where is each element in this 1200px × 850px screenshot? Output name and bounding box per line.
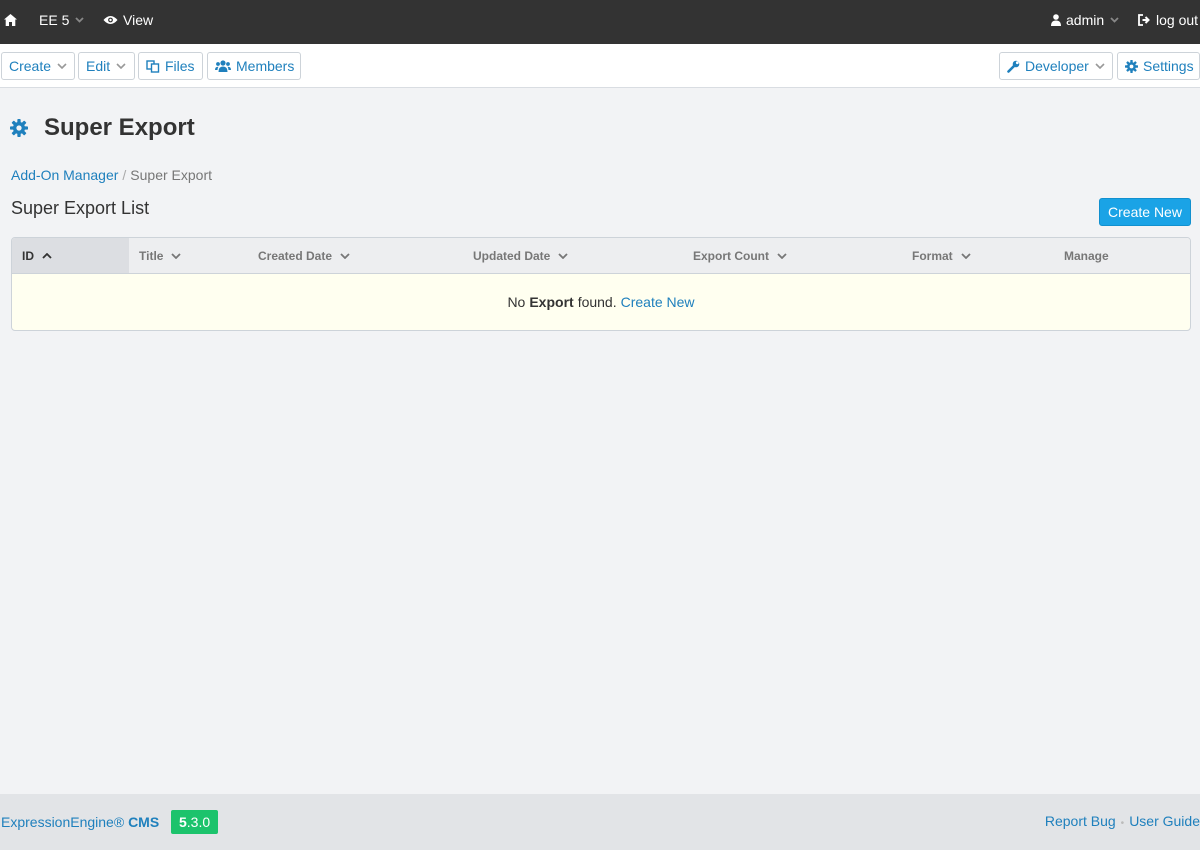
empty-create-new-link[interactable]: Create New	[621, 294, 695, 310]
column-updated-date[interactable]: Updated Date	[473, 238, 568, 273]
user-icon	[1051, 14, 1061, 26]
page-title: Super Export	[10, 114, 195, 142]
footer-separator: •	[1120, 818, 1125, 829]
table-header: ID Title Created Date Updated Date Expor…	[12, 238, 1190, 274]
members-button[interactable]: Members	[207, 52, 301, 80]
user-name: admin	[1066, 12, 1105, 28]
settings-button[interactable]: Settings	[1117, 52, 1200, 80]
chevron-down-icon	[116, 63, 126, 69]
breadcrumb-current: Super Export	[130, 167, 213, 183]
gear-icon	[1125, 59, 1138, 73]
members-label: Members	[236, 58, 295, 74]
home-link[interactable]	[4, 0, 17, 40]
files-icon	[146, 59, 160, 73]
empty-suffix: found.	[577, 294, 617, 310]
version-badge[interactable]: 5.3.0	[171, 810, 219, 834]
gear-icon	[10, 119, 28, 137]
empty-prefix: No	[507, 294, 526, 310]
column-id[interactable]: ID	[12, 238, 129, 273]
breadcrumb: Add-On Manager / Super Export	[11, 167, 212, 183]
home-icon	[4, 14, 17, 26]
chevron-down-icon	[961, 252, 971, 259]
export-table: ID Title Created Date Updated Date Expor…	[11, 237, 1191, 331]
create-new-button[interactable]: Create New	[1099, 198, 1191, 226]
column-manage: Manage	[1064, 248, 1109, 263]
user-menu[interactable]: admin	[1051, 0, 1119, 40]
view-site-link[interactable]: View	[103, 0, 153, 40]
developer-menu-button[interactable]: Developer	[999, 52, 1113, 80]
site-switcher[interactable]: EE 5	[39, 0, 84, 40]
chevron-down-icon	[1095, 63, 1105, 69]
create-label: Create	[9, 58, 52, 74]
breadcrumb-separator: /	[122, 167, 127, 183]
footer-brand-link[interactable]: ExpressionEngine® CMS	[1, 814, 159, 830]
column-export-count[interactable]: Export Count	[693, 238, 787, 273]
chevron-down-icon	[75, 17, 84, 23]
site-name: EE 5	[39, 12, 70, 28]
create-menu-button[interactable]: Create	[1, 52, 75, 80]
wrench-icon	[1007, 60, 1020, 73]
column-title[interactable]: Title	[139, 238, 182, 273]
top-bar: EE 5 View admin log out	[0, 0, 1200, 44]
files-label: Files	[165, 58, 195, 74]
empty-bold: Export	[529, 294, 574, 310]
view-label: View	[123, 12, 154, 28]
empty-table-row: No Export found. Create New	[12, 274, 1190, 330]
main-nav: Create Edit Files Members Developer Sett…	[0, 44, 1200, 88]
column-created-date[interactable]: Created Date	[258, 238, 350, 273]
users-icon	[215, 60, 231, 72]
developer-label: Developer	[1025, 58, 1089, 74]
chevron-down-icon	[57, 63, 67, 69]
chevron-down-icon	[171, 252, 182, 259]
chevron-down-icon	[777, 252, 787, 259]
edit-label: Edit	[86, 58, 111, 74]
breadcrumb-addon-manager-link[interactable]: Add-On Manager	[11, 167, 118, 183]
files-button[interactable]: Files	[138, 52, 203, 80]
chevron-down-icon	[1110, 17, 1119, 23]
section-title: Super Export List	[11, 198, 150, 218]
settings-label: Settings	[1143, 58, 1194, 74]
user-guide-link[interactable]: User Guide	[1129, 813, 1200, 829]
chevron-down-icon	[340, 252, 350, 259]
edit-menu-button[interactable]: Edit	[78, 52, 135, 80]
footer-links: Report Bug • User Guide	[1045, 813, 1200, 829]
column-format[interactable]: Format	[912, 238, 971, 273]
chevron-up-icon	[42, 252, 52, 259]
report-bug-link[interactable]: Report Bug	[1045, 813, 1116, 829]
logout-label: log out	[1156, 12, 1199, 28]
chevron-down-icon	[558, 252, 568, 259]
eye-icon	[103, 15, 118, 25]
sign-out-icon	[1138, 14, 1151, 26]
logout-link[interactable]: log out	[1138, 0, 1198, 40]
page-title-text: Super Export	[44, 114, 195, 141]
